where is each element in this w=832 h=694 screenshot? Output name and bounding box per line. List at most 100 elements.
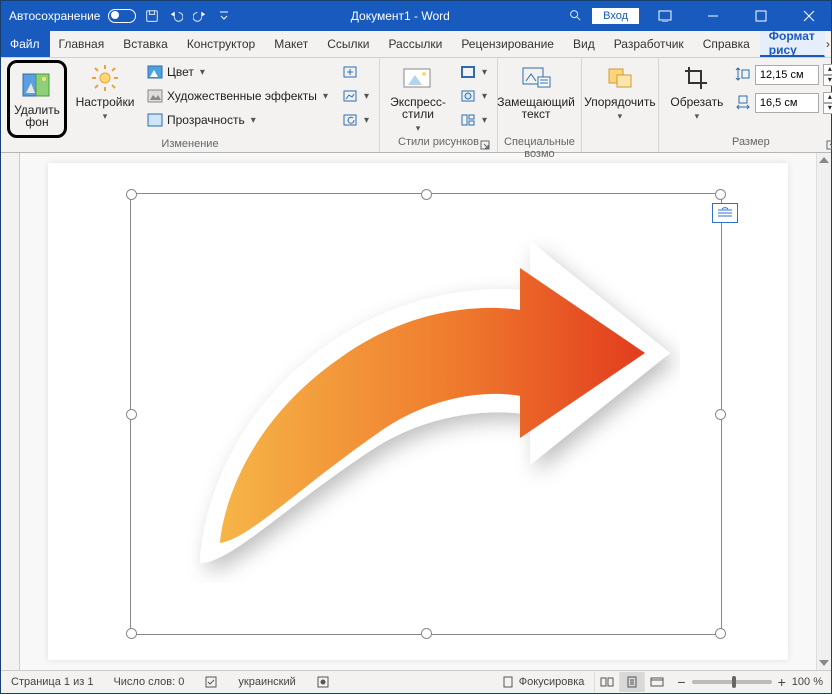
page-indicator[interactable]: Страница 1 из 1 — [1, 671, 103, 693]
width-icon — [735, 94, 751, 113]
close-icon[interactable] — [787, 1, 831, 31]
tab-insert[interactable]: Вставка — [114, 31, 178, 57]
group-arrange: Упорядочить ▾ — [582, 58, 659, 152]
artistic-icon — [147, 88, 163, 104]
picture-border-button[interactable]: ▾ — [456, 62, 491, 82]
undo-icon[interactable] — [168, 8, 184, 24]
tabs-overflow-icon[interactable]: › — [825, 31, 831, 57]
resize-handle[interactable] — [126, 189, 137, 200]
change-pic-icon — [342, 88, 358, 104]
zoom-in-button[interactable]: + — [778, 674, 786, 690]
vertical-scrollbar[interactable] — [816, 153, 831, 670]
crop-button[interactable]: Обрезать ▾ — [665, 60, 729, 124]
dialog-launcher-size-icon[interactable] — [825, 139, 832, 151]
resize-handle[interactable] — [126, 628, 137, 639]
web-layout-button[interactable] — [644, 672, 669, 692]
tab-developer[interactable]: Разработчик — [605, 31, 694, 57]
artistic-label: Художественные эффекты — [167, 89, 317, 103]
width-field[interactable]: ▴▾ — [735, 92, 832, 114]
picture-layout-button[interactable]: ▾ — [456, 110, 491, 130]
tab-file[interactable]: Файл — [1, 31, 50, 57]
read-mode-button[interactable] — [594, 672, 619, 692]
transparency-button[interactable]: Прозрачность▾ — [143, 110, 332, 130]
canvas[interactable] — [20, 153, 816, 670]
width-input[interactable] — [755, 93, 819, 113]
resize-handle[interactable] — [421, 189, 432, 200]
resize-handle[interactable] — [715, 628, 726, 639]
focus-mode-button[interactable]: Фокусировка — [491, 671, 595, 693]
tab-review[interactable]: Рецензирование — [452, 31, 564, 57]
status-bar: Страница 1 из 1 Число слов: 0 украинский… — [1, 670, 831, 693]
group-adjust: Удалить фон Настройки ▾ Цвет▾ — [1, 58, 380, 152]
inserted-picture[interactable] — [160, 233, 680, 583]
compress-pictures-button[interactable] — [338, 62, 373, 82]
resize-handle[interactable] — [715, 409, 726, 420]
height-spinner[interactable]: ▴▾ — [823, 64, 832, 86]
autosave-toggle[interactable] — [108, 9, 136, 23]
tab-help[interactable]: Справка — [694, 31, 760, 57]
tab-mailings[interactable]: Рассылки — [379, 31, 452, 57]
layout-options-button[interactable] — [712, 203, 738, 223]
width-spinner[interactable]: ▴▾ — [823, 92, 832, 114]
ribbon-display-options-icon[interactable] — [643, 1, 687, 31]
styles-icon — [402, 62, 434, 94]
tab-home[interactable]: Главная — [50, 31, 115, 57]
height-icon — [735, 66, 751, 85]
group-accessibility: Замещающий текст Специальные возмо — [498, 58, 582, 152]
save-icon[interactable] — [144, 8, 160, 24]
height-field[interactable]: ▴▾ — [735, 64, 832, 86]
corrections-button[interactable]: Настройки ▾ — [73, 60, 137, 124]
zoom-slider[interactable] — [692, 680, 772, 684]
crop-label: Обрезать — [670, 96, 723, 108]
arrange-icon — [604, 62, 636, 94]
resize-handle[interactable] — [421, 628, 432, 639]
qat-customize-icon[interactable] — [216, 8, 232, 24]
alt-text-button[interactable]: Замещающий текст — [504, 60, 568, 122]
color-button[interactable]: Цвет▾ — [143, 62, 332, 82]
transparency-label: Прозрачность — [167, 113, 245, 127]
resize-handle[interactable] — [715, 189, 726, 200]
app-window: Автосохранение Документ1 - Word Вход — [0, 0, 832, 694]
quick-styles-button[interactable]: Экспресс-стили ▾ — [386, 60, 450, 136]
minimize-icon[interactable] — [691, 1, 735, 31]
artistic-effects-button[interactable]: Художественные эффекты▾ — [143, 86, 332, 106]
login-button[interactable]: Вход — [592, 8, 639, 24]
macro-icon[interactable] — [306, 671, 340, 693]
alt-text-label: Замещающий текст — [497, 96, 575, 120]
height-input[interactable] — [755, 65, 819, 85]
zoom-out-button[interactable]: − — [677, 674, 685, 690]
tab-references[interactable]: Ссылки — [318, 31, 379, 57]
language-indicator[interactable]: украинский — [228, 671, 305, 693]
spellcheck-icon[interactable] — [194, 671, 228, 693]
effects-icon — [460, 88, 476, 104]
word-count[interactable]: Число слов: 0 — [103, 671, 194, 693]
remove-bg-label: Удалить фон — [12, 104, 62, 128]
tab-layout[interactable]: Макет — [265, 31, 318, 57]
reset-picture-button[interactable]: ▾ — [338, 110, 373, 130]
redo-icon[interactable] — [192, 8, 208, 24]
remove-bg-icon — [21, 70, 53, 102]
zoom-value[interactable]: 100 % — [792, 676, 823, 688]
tab-design[interactable]: Конструктор — [178, 31, 265, 57]
search-icon[interactable] — [568, 8, 582, 25]
autosave-label: Автосохранение — [9, 9, 100, 23]
arrange-button[interactable]: Упорядочить ▾ — [588, 60, 652, 124]
group-label-styles: Стили рисунков — [398, 136, 479, 148]
group-label-access: Специальные возмо — [504, 136, 575, 152]
resize-handle[interactable] — [126, 409, 137, 420]
chevron-down-icon: ▾ — [103, 110, 108, 122]
dialog-launcher-icon[interactable] — [479, 139, 491, 151]
maximize-icon[interactable] — [739, 1, 783, 31]
border-icon — [460, 64, 476, 80]
tab-picture-format[interactable]: Формат рису — [760, 31, 825, 57]
sun-icon — [89, 62, 121, 94]
change-picture-button[interactable]: ▾ — [338, 86, 373, 106]
compress-icon — [342, 64, 358, 80]
transparency-icon — [147, 112, 163, 128]
picture-effects-button[interactable]: ▾ — [456, 86, 491, 106]
remove-background-button[interactable]: Удалить фон — [7, 60, 67, 138]
vertical-ruler — [1, 153, 20, 670]
tab-view[interactable]: Вид — [564, 31, 605, 57]
layout-icon — [460, 112, 476, 128]
print-layout-button[interactable] — [619, 672, 644, 692]
